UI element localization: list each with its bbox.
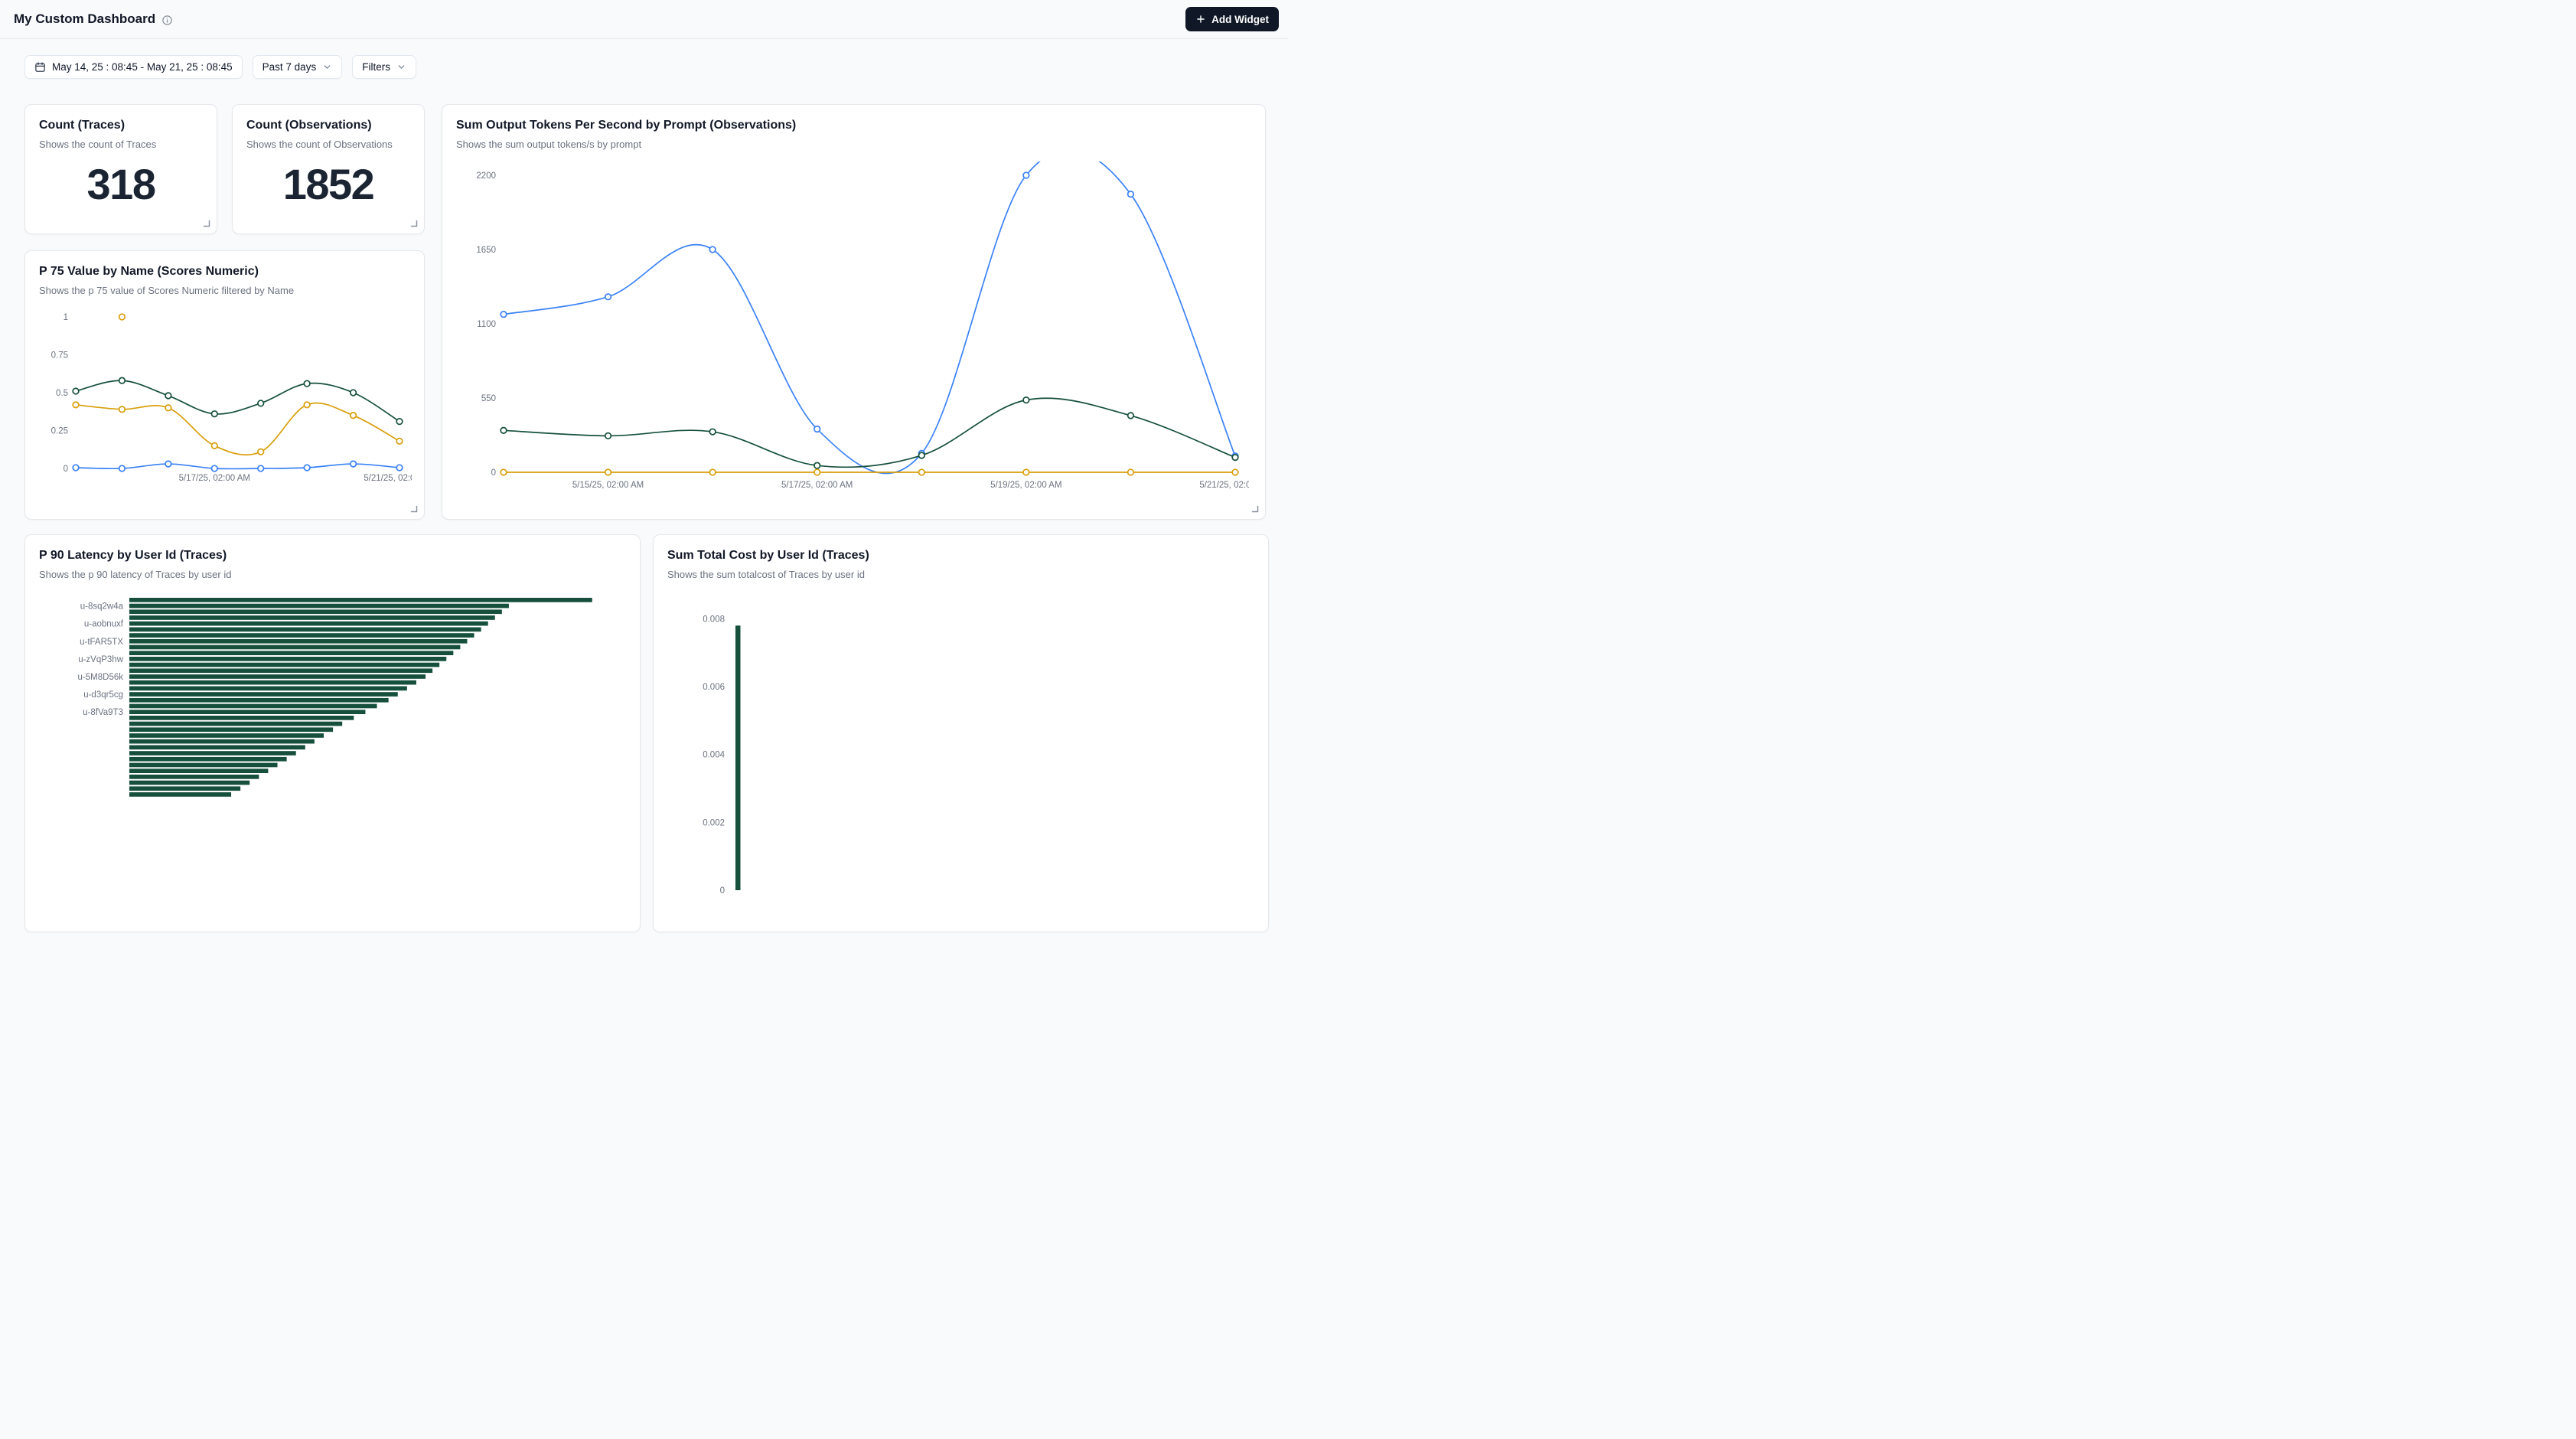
widget-subtitle: Shows the count of Traces [39, 139, 203, 151]
add-widget-button[interactable]: Add Widget [1185, 7, 1279, 31]
widget-subtitle: Shows the sum totalcost of Traces by use… [667, 569, 1254, 581]
widget-title: Sum Output Tokens Per Second by Prompt (… [456, 117, 1251, 134]
svg-text:u-tFAR5TX: u-tFAR5TX [80, 638, 123, 647]
svg-text:5/19/25, 02:00 AM: 5/19/25, 02:00 AM [990, 481, 1061, 490]
widget-card-output-tokens: Sum Output Tokens Per Second by Prompt (… [442, 104, 1266, 520]
info-icon[interactable] [161, 15, 173, 26]
plus-icon [1195, 14, 1206, 24]
date-range-label: May 14, 25 : 08:45 - May 21, 25 : 08:45 [52, 61, 233, 73]
filters-button[interactable]: Filters [352, 55, 416, 79]
svg-text:u-d3qr5cg: u-d3qr5cg [83, 690, 123, 700]
widget-title: Count (Traces) [39, 117, 203, 134]
resize-handle-icon[interactable] [410, 220, 418, 227]
widget-card-p75-value: P 75 Value by Name (Scores Numeric) Show… [24, 250, 425, 520]
widget-subtitle: Shows the sum output tokens/s by prompt [456, 139, 1251, 151]
svg-text:0.5: 0.5 [56, 389, 68, 398]
svg-text:5/21/25, 02:00 AM: 5/21/25, 02:00 AM [364, 474, 412, 483]
widget-subtitle: Shows the p 75 value of Scores Numeric f… [39, 285, 410, 297]
widget-card-p90-latency: P 90 Latency by User Id (Traces) Shows t… [24, 534, 641, 932]
widget-card-total-cost: Sum Total Cost by User Id (Traces) Shows… [653, 534, 1269, 932]
date-preset-label: Past 7 days [262, 61, 317, 73]
resize-handle-icon[interactable] [1251, 505, 1259, 513]
svg-text:u-aobnuxf: u-aobnuxf [84, 620, 124, 629]
cost-bar-chart: 0.008 0.006 0.004 0.002 0 [667, 592, 1254, 932]
svg-text:u-8sq2w4a: u-8sq2w4a [80, 602, 124, 612]
add-widget-label: Add Widget [1211, 14, 1269, 25]
svg-text:0.004: 0.004 [703, 751, 725, 760]
svg-text:0.002: 0.002 [703, 818, 725, 827]
widget-subtitle: Shows the p 90 latency of Traces by user… [39, 569, 626, 581]
svg-text:0: 0 [720, 886, 725, 896]
svg-text:0.75: 0.75 [51, 351, 68, 361]
widget-title: P 75 Value by Name (Scores Numeric) [39, 263, 410, 280]
svg-text:1650: 1650 [476, 246, 496, 255]
svg-text:550: 550 [481, 394, 496, 403]
widget-title: Count (Observations) [246, 117, 410, 134]
svg-text:5/15/25, 02:00 AM: 5/15/25, 02:00 AM [572, 481, 644, 490]
resize-handle-icon[interactable] [410, 505, 418, 513]
svg-text:u-5M8D56k: u-5M8D56k [78, 673, 124, 682]
filter-bar: May 14, 25 : 08:45 - May 21, 25 : 08:45 … [0, 39, 1288, 79]
chevron-down-icon [322, 62, 332, 72]
chevron-down-icon [396, 62, 406, 72]
svg-text:0.006: 0.006 [703, 683, 725, 692]
svg-text:5/17/25, 02:00 AM: 5/17/25, 02:00 AM [781, 481, 853, 490]
svg-text:u-8fVa9T3: u-8fVa9T3 [83, 708, 123, 717]
widget-card-count-traces: Count (Traces) Shows the count of Traces… [24, 104, 217, 234]
calendar-icon [34, 61, 46, 73]
svg-text:1: 1 [64, 313, 68, 322]
svg-text:2200: 2200 [476, 171, 496, 181]
p90-bar-chart: u-8sq2w4a u-aobnuxf u-tFAR5TX u-zVqP3hw u-5M… [39, 592, 626, 932]
filters-label: Filters [362, 61, 390, 73]
resize-handle-icon[interactable] [203, 220, 210, 227]
widget-subtitle: Shows the count of Observations [246, 139, 410, 151]
date-range-button[interactable]: May 14, 25 : 08:45 - May 21, 25 : 08:45 [24, 55, 243, 79]
p75-line-chart: 0 0.25 0.5 0.75 1 5/17/25, 02:00 AM 5/21/25, 0… [39, 308, 410, 492]
svg-text:0: 0 [491, 468, 496, 478]
svg-text:0.008: 0.008 [703, 615, 725, 624]
count-observations-value: 1852 [246, 151, 410, 221]
svg-text:1100: 1100 [477, 320, 496, 329]
svg-text:0: 0 [64, 465, 68, 474]
dashboard-grid: Count (Traces) Shows the count of Traces… [0, 79, 1288, 932]
widget-title: Sum Total Cost by User Id (Traces) [667, 547, 1254, 564]
svg-text:5/17/25, 02:00 AM: 5/17/25, 02:00 AM [179, 474, 250, 483]
svg-text:0.25: 0.25 [51, 427, 68, 436]
svg-text:u-zVqP3hw: u-zVqP3hw [78, 655, 124, 664]
count-traces-value: 318 [39, 151, 203, 221]
page-header: My Custom Dashboard Add Widget [0, 0, 1288, 39]
svg-text:5/21/25, 02:00 AM: 5/21/25, 02:00 AM [1199, 481, 1249, 490]
date-preset-button[interactable]: Past 7 days [253, 55, 343, 79]
widget-card-count-observations: Count (Observations) Shows the count of … [232, 104, 425, 234]
tokens-line-chart: 0 550 1100 1650 2200 5/15/25, 02:00 AM 5/17/25… [456, 162, 1251, 499]
dashboard-title: My Custom Dashboard [14, 11, 155, 27]
widget-title: P 90 Latency by User Id (Traces) [39, 547, 626, 564]
